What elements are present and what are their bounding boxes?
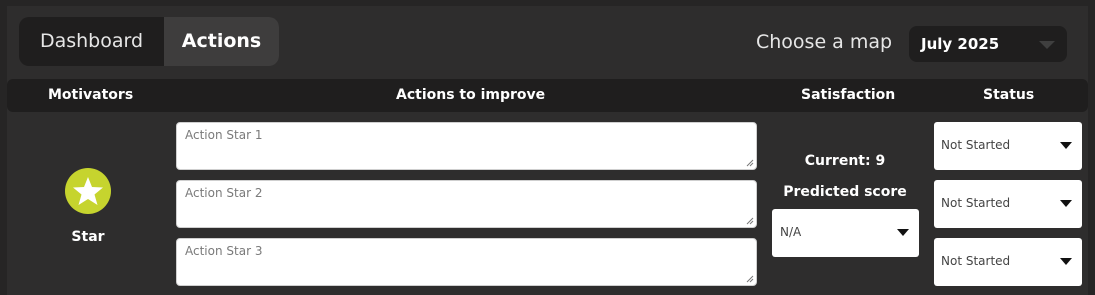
status-value-1: Not Started (941, 138, 1011, 152)
header-status: Status (983, 87, 1035, 103)
predicted-score-select[interactable]: N/A (772, 209, 919, 257)
resize-handle-icon[interactable] (746, 159, 754, 167)
status-value-2: Not Started (941, 196, 1011, 210)
resize-handle-icon[interactable] (746, 217, 754, 225)
status-select-2[interactable]: Not Started (934, 180, 1082, 228)
predicted-score-label: Predicted score (783, 184, 907, 200)
star-icon (73, 177, 103, 205)
action-placeholder-1: Action Star 1 (185, 128, 263, 142)
current-score: Current: 9 (804, 153, 886, 169)
caret-down-icon (1060, 200, 1072, 207)
frame-top (0, 0, 1095, 6)
caret-down-icon (1060, 258, 1072, 265)
motivator-name: Star (71, 229, 105, 245)
chevron-down-icon (1039, 41, 1055, 49)
predicted-score-value: N/A (780, 225, 802, 239)
header-motivators: Motivators (48, 87, 134, 103)
view-toggle: Dashboard Actions (19, 17, 279, 66)
frame-right (1088, 0, 1095, 295)
header-satisfaction: Satisfaction (801, 87, 896, 103)
status-select-3[interactable]: Not Started (934, 238, 1082, 286)
map-select[interactable]: July 2025 (909, 26, 1067, 62)
action-placeholder-2: Action Star 2 (185, 186, 263, 200)
action-input-1[interactable]: Action Star 1 (176, 122, 757, 170)
action-placeholder-3: Action Star 3 (185, 244, 263, 258)
header-actions: Actions to improve (396, 87, 546, 103)
choose-map-label: Choose a map (756, 31, 893, 53)
action-input-3[interactable]: Action Star 3 (176, 238, 757, 286)
resize-handle-icon[interactable] (746, 275, 754, 283)
tab-dashboard[interactable]: Dashboard (19, 17, 164, 66)
caret-down-icon (1060, 142, 1072, 149)
status-select-1[interactable]: Not Started (934, 122, 1082, 170)
frame-left (0, 0, 7, 295)
table-header (7, 79, 1088, 112)
map-select-value: July 2025 (921, 35, 1000, 53)
tab-actions[interactable]: Actions (164, 17, 279, 66)
caret-down-icon (897, 229, 909, 236)
status-value-3: Not Started (941, 254, 1011, 268)
motivator-badge (65, 168, 111, 214)
action-input-2[interactable]: Action Star 2 (176, 180, 757, 228)
